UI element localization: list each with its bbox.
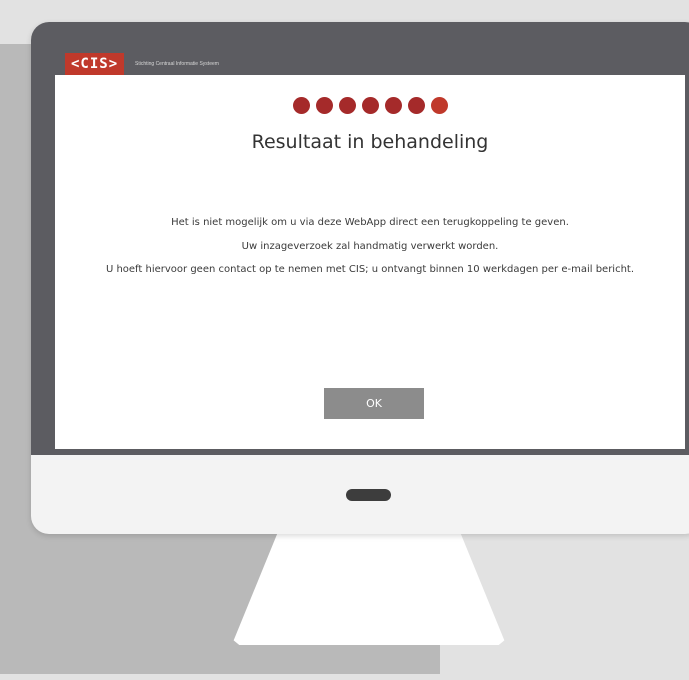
message-line-2: Uw inzageverzoek zal handmatig verwerkt … (241, 241, 499, 252)
monitor-power-button (346, 489, 391, 501)
progress-dot (361, 97, 379, 114)
app-header: <CIS> Stichting Centraal Informatie Syst… (55, 53, 685, 75)
progress-dots (55, 97, 685, 115)
progress-dot (338, 97, 356, 114)
progress-dot (430, 97, 448, 114)
progress-dot (384, 97, 402, 114)
cis-logo: <CIS> (65, 53, 125, 75)
message-line-1: Het is niet mogelijk om u via deze WebAp… (171, 217, 569, 228)
dialog-title: Resultaat in behandeling (251, 131, 489, 153)
progress-dot (292, 97, 310, 114)
webapp-screen: <CIS> Stichting Centraal Informatie Syst… (55, 53, 685, 449)
logo-subtitle: Stichting Centraal Informatie Systeem (135, 61, 219, 67)
progress-dot (315, 97, 333, 114)
progress-dot (407, 97, 425, 114)
monitor: <CIS> Stichting Centraal Informatie Syst… (31, 22, 689, 534)
ok-button[interactable]: OK (324, 388, 424, 419)
message-line-3: U hoeft hiervoor geen contact op te neme… (105, 264, 635, 275)
